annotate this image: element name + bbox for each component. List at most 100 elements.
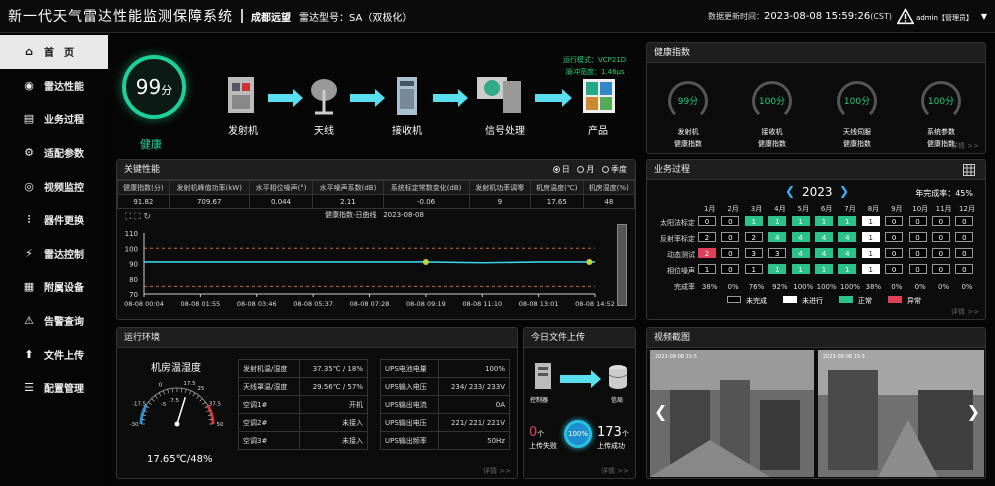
business-cell[interactable]: 0 [931,248,950,258]
sidebar-item-label: 首 页 [44,48,74,60]
business-cell[interactable]: 1 [791,216,810,226]
business-cell[interactable]: 1 [814,264,833,274]
period-quarter[interactable]: 季度 [602,165,627,174]
user-menu[interactable]: admin【管理员】 [916,13,973,23]
business-cell[interactable]: 2 [698,232,716,242]
business-cell[interactable]: 1 [814,216,833,226]
run-mode: 运行模式：VCP21D [563,56,627,64]
business-cell[interactable]: 1 [744,216,763,226]
receiver-icon [397,77,417,115]
business-cell[interactable]: 1 [861,216,880,226]
business-cell[interactable]: 0 [721,232,740,242]
sidebar-item-label: 视频监控 [44,182,84,194]
sidebar-item-0[interactable]: ⌂ 首 页 [0,35,108,69]
business-cell[interactable]: 0 [885,248,904,258]
room-temp-reading: 17.65℃/48% [147,454,213,465]
business-cell[interactable]: 0 [955,248,974,258]
business-cell[interactable]: 4 [768,232,787,242]
env-label: UPS输出电压 [380,413,439,432]
chevron-left-icon[interactable]: ❮ [785,184,795,198]
period-day[interactable]: 日 [552,165,570,174]
business-cell[interactable]: 0 [955,216,974,226]
camera-snapshot-1[interactable]: 2023-08-08 15:5 ❮ [650,350,814,477]
kpi-title: 关键性能 [124,165,161,175]
product-icon [583,79,615,113]
business-cell[interactable]: 0 [721,216,740,226]
chevron-right-icon[interactable]: ❯ [839,184,849,198]
business-cell[interactable]: 0 [908,248,927,258]
period-month-label: 月 [586,165,595,174]
business-cell[interactable]: 0 [885,216,904,226]
chevron-down-icon[interactable]: ▼ [981,12,987,21]
business-cell[interactable]: 3 [768,248,787,258]
pulse-width: 脉冲宽度：1.46μs [566,68,625,76]
env-row: 空调2# 未接入 [237,413,368,432]
business-cell[interactable]: 0 [721,248,740,258]
business-cell[interactable]: 1 [838,216,857,226]
warning-icon[interactable] [897,8,914,25]
business-cell[interactable]: 1 [791,264,810,274]
env-value: 221/ 221/ 221V [437,413,511,432]
params-icon: ⚙ [24,146,34,160]
business-cell[interactable]: 4 [791,232,810,242]
sidebar-item-10[interactable]: ☰ 配置管理 [0,371,108,405]
business-cell[interactable]: 0 [721,264,740,274]
business-cell[interactable]: 4 [814,248,833,258]
business-cell[interactable]: 1 [698,264,716,274]
health-series-line [144,261,595,264]
chevron-right-icon[interactable]: ❯ [967,402,980,421]
business-cell[interactable]: 1 [861,232,880,242]
sidebar-item-9[interactable]: ⬆ 文件上传 [0,337,108,371]
sidebar-item-7[interactable]: ▦ 附属设备 [0,270,108,304]
business-cell[interactable]: 0 [931,232,950,242]
business-cell[interactable]: 1 [744,264,763,274]
sidebar-item-2[interactable]: ▤ 业务过程 [0,102,108,136]
chevron-left-icon[interactable]: ❮ [654,402,667,421]
business-cell[interactable]: 0 [955,264,974,274]
business-cell[interactable]: 0 [931,216,950,226]
file-upload-panel: 今日文件上传 控制器 信局 0个 上传失败 100% 173个 上传成功 详情 … [523,327,636,479]
controller-icon [535,363,551,389]
sidebar-item-1[interactable]: ◉ 雷达性能 [0,69,108,103]
business-cell[interactable]: 0 [908,232,927,242]
details-link[interactable]: 详情 >> [601,466,629,476]
table-icon[interactable] [963,164,975,176]
upload-from: 控制器 [530,397,549,404]
sidebar-item-4[interactable]: ◎ 视频监控 [0,169,108,203]
business-cell[interactable]: 1 [838,264,857,274]
business-cell[interactable]: 0 [955,232,974,242]
business-cell[interactable]: 1 [768,216,787,226]
kpi-header: 机房温度(℃) [529,180,584,195]
business-cell[interactable]: 4 [791,248,810,258]
rate-value: 38% [701,283,718,291]
month-label: 3月 [750,205,763,213]
period-month[interactable]: 月 [577,165,594,174]
business-cell[interactable]: 1 [768,264,787,274]
data-point[interactable] [586,258,593,265]
business-cell[interactable]: 4 [838,248,857,258]
business-cell[interactable]: 4 [814,232,833,242]
business-cell[interactable]: 1 [861,264,880,274]
upload-arrow [560,370,601,388]
business-cell[interactable]: 0 [885,264,904,274]
business-cell[interactable]: 2 [744,232,763,242]
camera-snapshot-2[interactable]: 2023-08-08 15:5 ❯ [818,350,984,477]
details-link[interactable]: 详情 >> [951,307,979,317]
sidebar-item-5[interactable]: ⫶ 器件更换 [0,203,108,237]
business-cell[interactable]: 1 [861,248,880,258]
chart-zoom-scrollbar[interactable] [617,224,627,306]
business-cell[interactable]: 0 [908,216,927,226]
business-cell[interactable]: 0 [885,232,904,242]
business-cell[interactable]: 0 [908,264,927,274]
sidebar-item-3[interactable]: ⚙ 适配参数 [0,136,108,170]
details-link[interactable]: 详情 >> [483,466,511,476]
sidebar-item-6[interactable]: ⚡ 雷达控制 [0,237,108,271]
business-cell[interactable]: 0 [698,216,716,226]
business-cell[interactable]: 0 [931,264,950,274]
business-cell[interactable]: 3 [744,248,763,258]
business-cell[interactable]: 4 [838,232,857,242]
business-cell[interactable]: 2 [698,248,716,258]
data-point[interactable] [422,258,429,265]
health-gauge: 100分 [752,81,792,121]
sidebar-item-8[interactable]: ⚠ 告警查询 [0,304,108,338]
